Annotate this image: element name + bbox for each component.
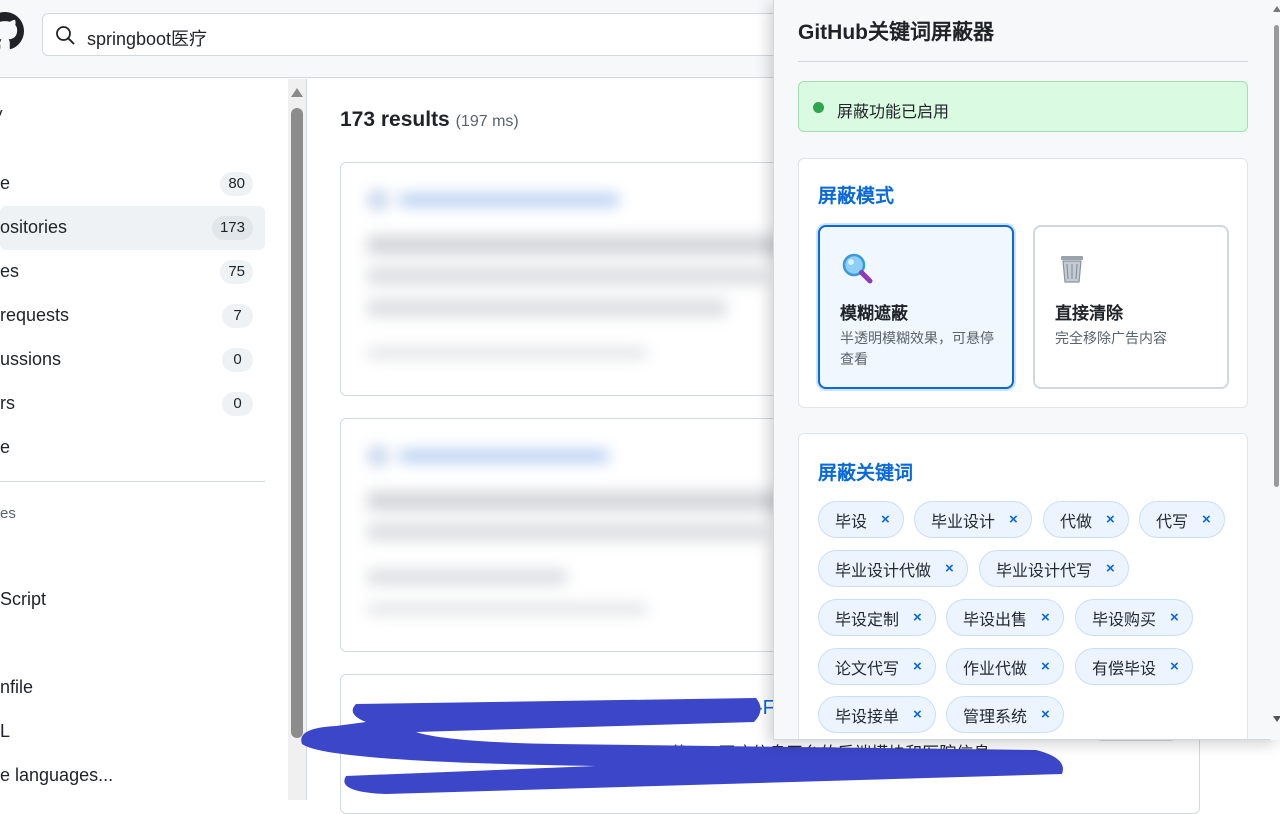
- results-time: (197 ms): [455, 113, 519, 130]
- keyword-text: 毕设购买: [1092, 611, 1157, 629]
- remove-keyword-icon[interactable]: ×: [1202, 512, 1211, 527]
- mode-panel: 屏蔽模式 模糊遮蔽 半透明模糊效果，可悬停查看 直接清除 完全移除广告内容: [798, 158, 1248, 408]
- filter-item-count: 0: [222, 392, 253, 416]
- filter-item-label: requests: [0, 305, 70, 325]
- filter-item-label: rs: [0, 393, 15, 413]
- keyword-tag[interactable]: 论文代写 ×: [818, 648, 936, 685]
- keyword-text: 毕业设计代写: [996, 562, 1093, 580]
- remove-keyword-icon[interactable]: ×: [945, 561, 954, 576]
- search-input[interactable]: springboot医疗: [42, 13, 802, 56]
- popup-scroll-down-icon[interactable]: [1273, 716, 1280, 722]
- keyword-text: 毕设定制: [835, 611, 900, 629]
- status-text: 屏蔽功能已启用: [837, 104, 950, 121]
- keyword-text: 代做: [1060, 513, 1093, 531]
- keyword-tag[interactable]: 毕设接单 ×: [818, 696, 936, 733]
- remove-keyword-icon[interactable]: ×: [1041, 659, 1050, 674]
- filter-item-code[interactable]: e 80: [0, 162, 265, 206]
- keyword-text: 有偿毕设: [1092, 660, 1157, 678]
- keyword-tag[interactable]: 毕设购买 ×: [1075, 599, 1193, 636]
- mode-description: 半透明模糊效果，可悬停查看: [840, 330, 994, 367]
- filter-item-users[interactable]: rs 0: [0, 382, 265, 426]
- keyword-tag[interactable]: 毕业设计代写 ×: [979, 550, 1129, 587]
- keyword-text: 毕业设计: [931, 513, 996, 531]
- sidebar-divider: [0, 481, 265, 482]
- more-languages-link[interactable]: e languages...: [0, 765, 113, 786]
- remove-keyword-icon[interactable]: ×: [1041, 707, 1050, 722]
- remove-keyword-icon[interactable]: ×: [913, 659, 922, 674]
- keyword-tag[interactable]: 作业代做 ×: [946, 648, 1064, 685]
- filter-item-more[interactable]: e: [0, 426, 265, 470]
- keyword-tag[interactable]: 代做 ×: [1043, 501, 1129, 538]
- languages-heading: es: [0, 505, 16, 522]
- filter-item-label: es: [0, 261, 20, 281]
- search-query-text: springboot医疗: [87, 29, 208, 49]
- filter-item-label: e: [0, 173, 11, 193]
- language-item[interactable]: L: [0, 721, 10, 742]
- keyword-tag[interactable]: 毕设出售 ×: [946, 599, 1064, 636]
- keyword-text: 管理系统: [963, 708, 1028, 726]
- filter-item-repositories[interactable]: ositories 173: [0, 206, 265, 250]
- keyword-text: 毕设: [835, 513, 868, 531]
- remove-keyword-icon[interactable]: ×: [1106, 512, 1115, 527]
- remove-keyword-icon[interactable]: ×: [913, 610, 922, 625]
- remove-keyword-icon[interactable]: ×: [1009, 512, 1018, 527]
- filter-heading: y: [0, 104, 3, 124]
- filter-item-discussions[interactable]: ussions 0: [0, 338, 265, 382]
- keyword-text: 毕设接单: [835, 708, 900, 726]
- filter-item-count: 0: [222, 348, 253, 372]
- keyword-text: 论文代写: [835, 660, 900, 678]
- scroll-up-arrow-icon[interactable]: [291, 88, 303, 97]
- remove-keyword-icon[interactable]: ×: [1041, 610, 1050, 625]
- remove-keyword-icon[interactable]: ×: [1170, 610, 1179, 625]
- keyword-text: 作业代做: [963, 660, 1028, 678]
- language-item[interactable]: Script: [0, 589, 46, 610]
- filter-item-label: e: [0, 437, 11, 457]
- mode-description: 完全移除广告内容: [1055, 330, 1167, 346]
- popup-scrollbar-thumb[interactable]: [1274, 25, 1279, 487]
- remove-keyword-icon[interactable]: ×: [1170, 659, 1179, 674]
- remove-keyword-icon[interactable]: ×: [913, 707, 922, 722]
- filter-item-pull-requests[interactable]: requests 7: [0, 294, 265, 338]
- keyword-tag[interactable]: 代写 ×: [1139, 501, 1225, 538]
- keyword-tag[interactable]: 毕设定制 ×: [818, 599, 936, 636]
- popup-divider: [798, 61, 1248, 62]
- mode-section-title: 屏蔽模式: [818, 186, 895, 207]
- filter-item-count: 75: [220, 260, 253, 284]
- mode-name: 模糊遮蔽: [840, 304, 908, 323]
- filter-item-count: 173: [211, 216, 253, 240]
- filter-item-count: 7: [222, 304, 253, 328]
- filter-item-label: ussions: [0, 349, 62, 369]
- remove-keyword-icon[interactable]: ×: [1106, 561, 1115, 576]
- filter-item-issues[interactable]: es 75: [0, 250, 265, 294]
- trash-can-icon: [1061, 256, 1083, 283]
- keywords-section-title: 屏蔽关键词: [818, 463, 914, 484]
- keyword-text: 毕设出售: [963, 611, 1028, 629]
- mode-name: 直接清除: [1055, 304, 1123, 323]
- mode-option-blur[interactable]: 模糊遮蔽 半透明模糊效果，可悬停查看: [818, 225, 1014, 389]
- popup-scroll-up-icon[interactable]: [1273, 6, 1280, 12]
- keyword-tag[interactable]: 有偿毕设 ×: [1075, 648, 1193, 685]
- results-count-text: 173 results: [340, 108, 450, 131]
- keyword-tag[interactable]: 毕设 ×: [818, 501, 904, 538]
- language-item[interactable]: nfile: [0, 677, 33, 698]
- keyword-blocker-popup: GitHub关键词屏蔽器 屏蔽功能已启用 屏蔽模式 模糊遮蔽 半透明模糊效果，可…: [773, 0, 1280, 740]
- keyword-text: 毕业设计代做: [835, 562, 932, 580]
- results-count: 173 results (197 ms): [340, 108, 519, 132]
- page-scrollbar-thumb[interactable]: [291, 108, 303, 738]
- keyword-tag[interactable]: 毕业设计代做 ×: [818, 550, 968, 587]
- filter-item-label: ositories: [0, 217, 68, 237]
- keyword-tag[interactable]: 毕业设计 ×: [914, 501, 1032, 538]
- keyword-text: 代写: [1156, 513, 1189, 531]
- mode-option-remove[interactable]: 直接清除 完全移除广告内容: [1033, 225, 1229, 389]
- remove-keyword-icon[interactable]: ×: [881, 512, 890, 527]
- magnifier-icon: [842, 253, 873, 284]
- keyword-tag[interactable]: 管理系统 ×: [946, 696, 1064, 733]
- status-dot-icon: [813, 102, 824, 113]
- search-icon: [56, 26, 75, 45]
- filter-item-count: 80: [220, 172, 253, 196]
- filter-sidebar: y e 80 ositories 173 es 75 requests 7 us…: [0, 79, 288, 800]
- popup-title: GitHub关键词屏蔽器: [798, 21, 994, 44]
- status-banner: 屏蔽功能已启用: [798, 81, 1248, 132]
- github-logo-icon[interactable]: [0, 12, 24, 50]
